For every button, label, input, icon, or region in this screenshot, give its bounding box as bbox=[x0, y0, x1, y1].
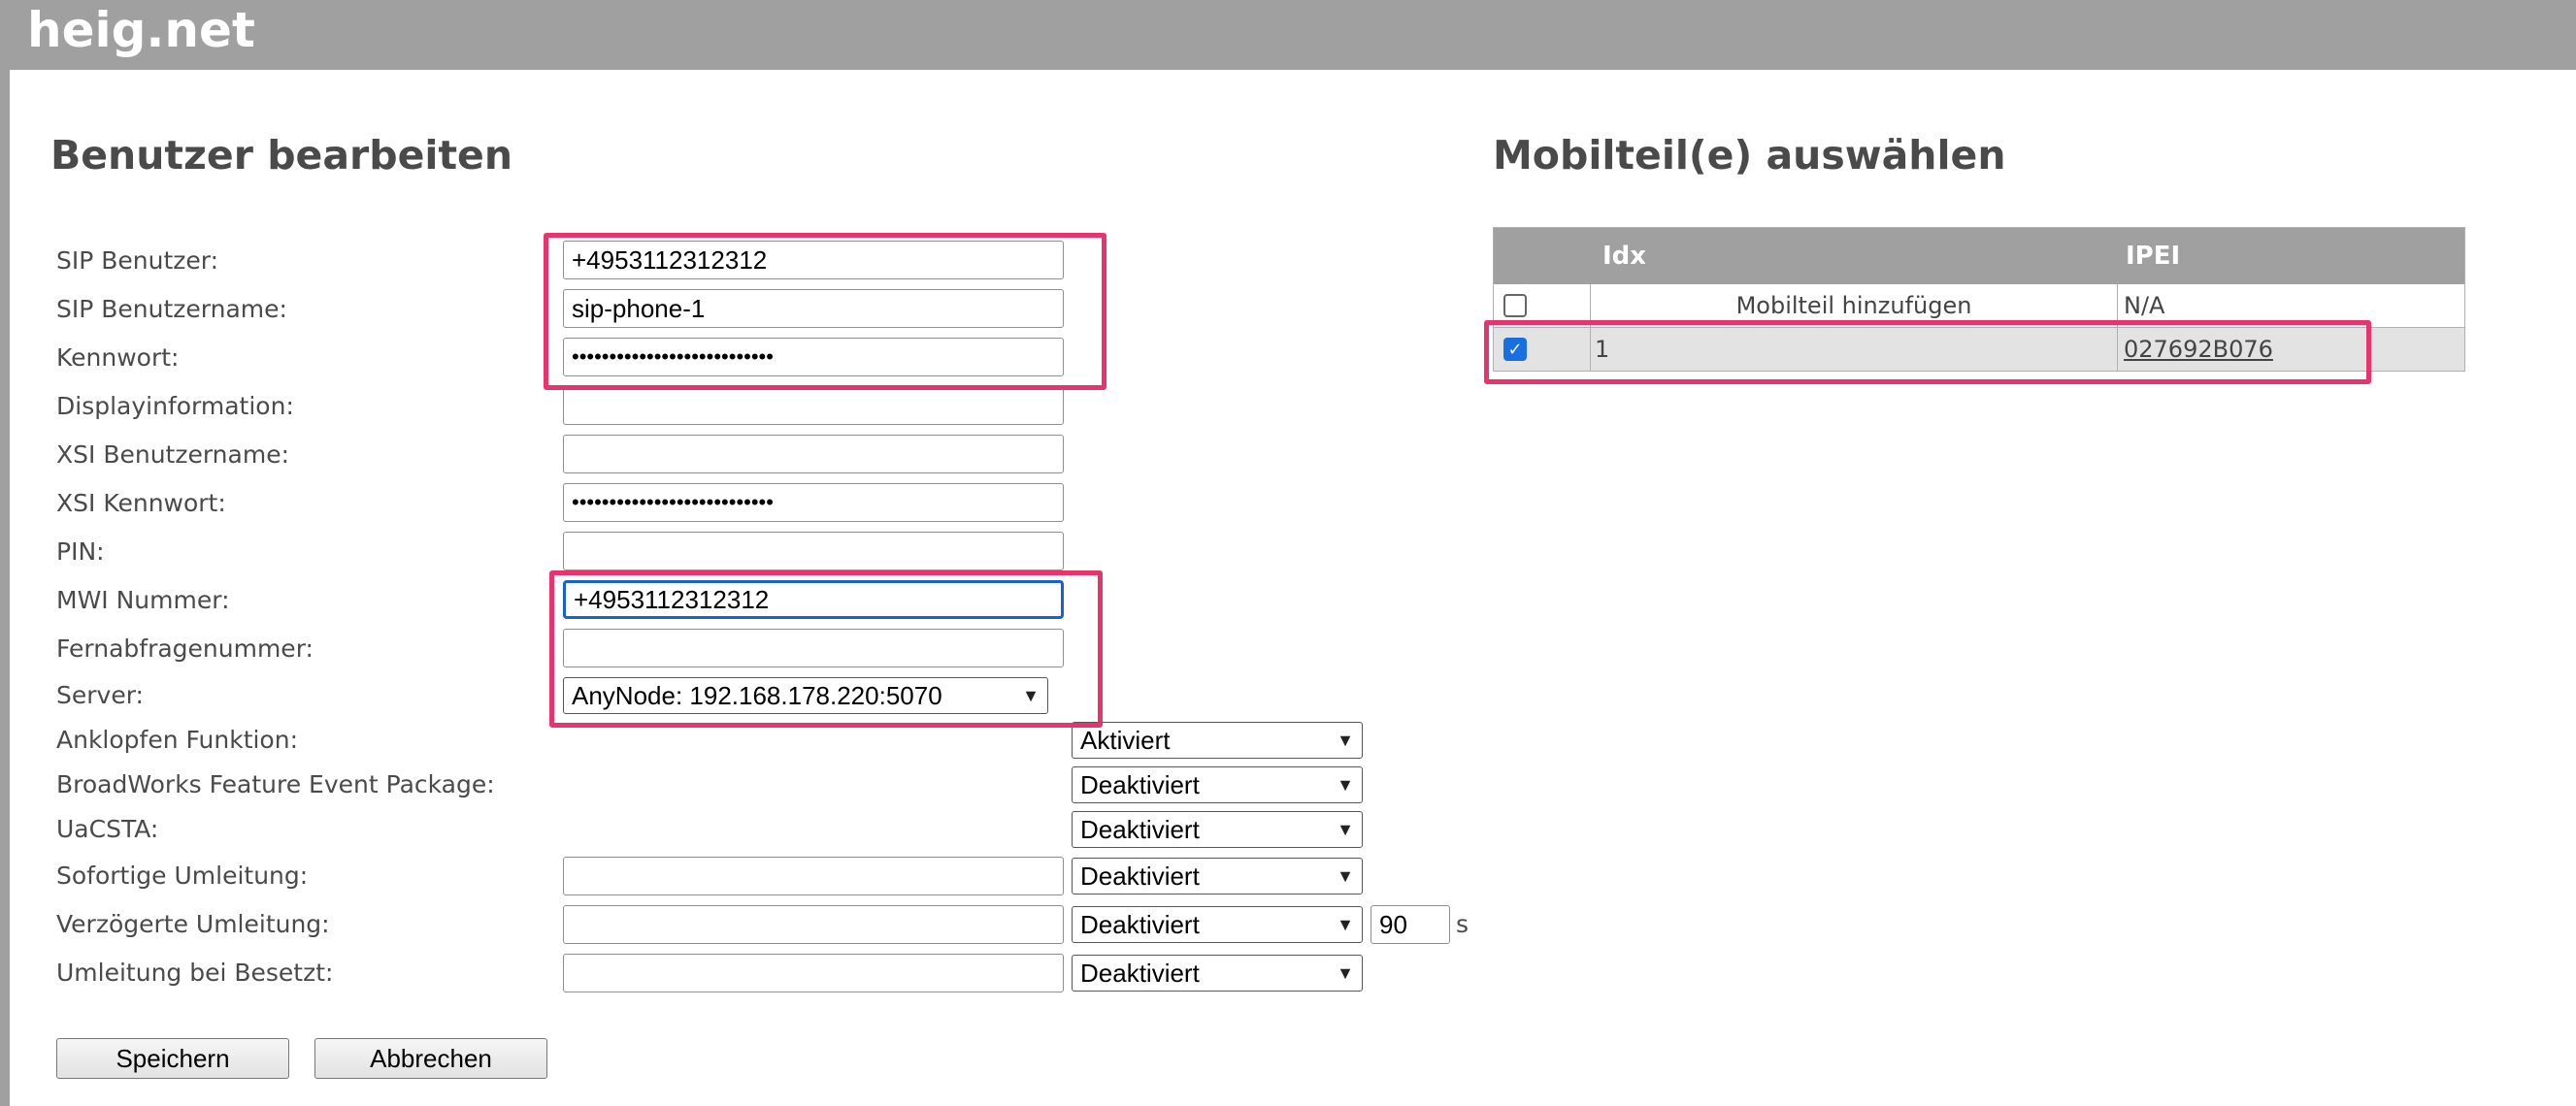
immediate-forward-value: Deaktiviert bbox=[1080, 861, 1200, 891]
label-password: Kennwort: bbox=[56, 343, 180, 372]
label-immediate-forward: Sofortige Umleitung: bbox=[56, 862, 309, 890]
immediate-forward-select[interactable]: Deaktiviert ▼ bbox=[1072, 858, 1363, 895]
busy-forward-input[interactable] bbox=[563, 954, 1064, 992]
highlight-box-mwi-server bbox=[549, 570, 1103, 728]
label-sip-user: SIP Benutzer: bbox=[56, 246, 219, 275]
chevron-down-icon: ▼ bbox=[1337, 962, 1354, 983]
busy-forward-select[interactable]: Deaktiviert ▼ bbox=[1072, 955, 1363, 992]
delayed-forward-input[interactable] bbox=[563, 905, 1064, 944]
label-display-info: Displayinformation: bbox=[56, 392, 294, 420]
delayed-forward-value: Deaktiviert bbox=[1080, 909, 1200, 939]
label-delayed-forward: Verzögerte Umleitung: bbox=[56, 910, 330, 938]
section-title-handsets: Mobilteil(e) auswählen bbox=[1493, 132, 2006, 179]
xsi-username-input[interactable] bbox=[563, 435, 1064, 473]
label-remote-number: Fernabfragenummer: bbox=[56, 634, 314, 663]
label-server: Server: bbox=[56, 681, 144, 709]
label-mwi-number: MWI Nummer: bbox=[56, 586, 230, 614]
header-idx: Idx bbox=[1602, 242, 1647, 271]
label-pin: PIN: bbox=[56, 537, 105, 566]
delayed-forward-select[interactable]: Deaktiviert ▼ bbox=[1072, 906, 1363, 943]
chevron-down-icon: ▼ bbox=[1337, 865, 1354, 886]
header-select bbox=[1494, 228, 1591, 284]
row-checkbox[interactable] bbox=[1503, 294, 1527, 317]
uacsta-value: Deaktiviert bbox=[1080, 814, 1200, 844]
label-busy-forward: Umleitung bei Besetzt: bbox=[56, 959, 334, 987]
chevron-down-icon: ▼ bbox=[1337, 819, 1354, 839]
chevron-down-icon: ▼ bbox=[1337, 914, 1354, 934]
label-uacsta: UaCSTA: bbox=[56, 815, 159, 843]
xsi-password-input[interactable] bbox=[563, 483, 1064, 522]
busy-forward-value: Deaktiviert bbox=[1080, 958, 1200, 988]
label-broadworks: BroadWorks Feature Event Package: bbox=[56, 770, 495, 798]
call-waiting-select[interactable]: Aktiviert ▼ bbox=[1072, 722, 1363, 759]
main-content: Benutzer bearbeiten SIP Benutzer: SIP Be… bbox=[10, 70, 2576, 1106]
table-header: Idx IPEI bbox=[1494, 228, 2464, 284]
broadworks-value: Deaktiviert bbox=[1080, 769, 1200, 799]
uacsta-select[interactable]: Deaktiviert ▼ bbox=[1072, 811, 1363, 848]
save-button[interactable]: Speichern bbox=[56, 1038, 289, 1079]
display-info-input[interactable] bbox=[563, 386, 1064, 425]
call-waiting-value: Aktiviert bbox=[1080, 725, 1171, 755]
seconds-unit: s bbox=[1456, 910, 1470, 938]
top-header: heig.net bbox=[0, 0, 2576, 70]
pin-input[interactable] bbox=[563, 532, 1064, 570]
page-title: Benutzer bearbeiten bbox=[50, 132, 513, 179]
broadworks-select[interactable]: Deaktiviert ▼ bbox=[1072, 766, 1363, 803]
label-xsi-username: XSI Benutzername: bbox=[56, 440, 290, 469]
chevron-down-icon: ▼ bbox=[1337, 774, 1354, 795]
cancel-button[interactable]: Abbrechen bbox=[314, 1038, 547, 1079]
header-ipei: IPEI bbox=[2126, 242, 2181, 271]
highlight-box-handset bbox=[1484, 320, 2371, 384]
delay-seconds-input[interactable] bbox=[1371, 905, 1450, 944]
label-sip-username: SIP Benutzername: bbox=[56, 295, 287, 323]
chevron-down-icon: ▼ bbox=[1337, 730, 1354, 750]
label-xsi-password: XSI Kennwort: bbox=[56, 489, 226, 517]
immediate-forward-input[interactable] bbox=[563, 857, 1064, 895]
site-logo: heig.net bbox=[27, 2, 255, 58]
label-call-waiting: Anklopfen Funktion: bbox=[56, 726, 298, 754]
highlight-box-credentials bbox=[544, 233, 1106, 390]
